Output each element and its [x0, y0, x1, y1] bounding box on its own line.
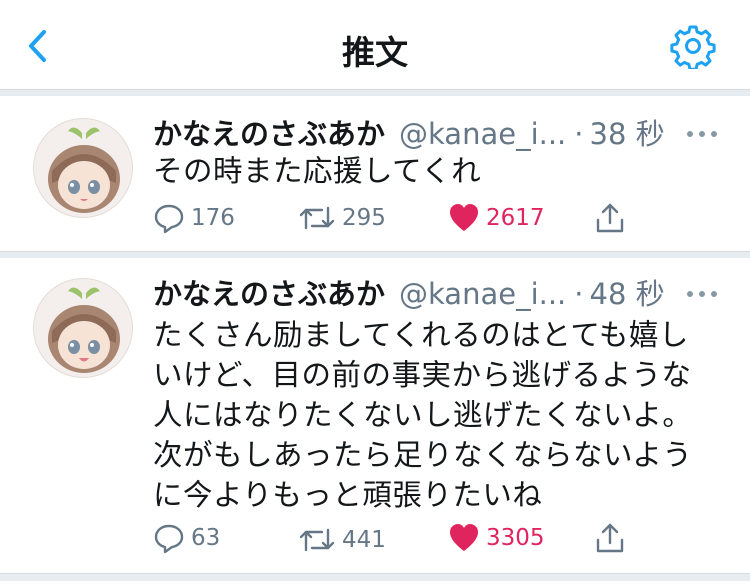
tweet-text: その時また応援してくれ — [153, 154, 482, 188]
share-icon — [596, 203, 624, 233]
page-title: 推文 — [342, 33, 408, 72]
display-name[interactable]: かなえのさぶあか — [153, 117, 385, 151]
like-count: 2617 — [486, 205, 545, 231]
user-handle[interactable]: @kanae_i... — [399, 277, 566, 311]
settings-button[interactable] — [670, 23, 716, 71]
display-name[interactable]: かなえのさぶあか — [153, 277, 385, 311]
reply-icon — [154, 524, 184, 554]
like-count: 3305 — [486, 525, 545, 551]
more-options-icon[interactable] — [686, 128, 718, 140]
reply-button[interactable]: 176 — [153, 200, 235, 236]
avatar-image — [48, 287, 120, 373]
like-button[interactable]: 3305 — [448, 520, 545, 556]
retweet-count: 295 — [342, 205, 386, 231]
avatar[interactable] — [33, 118, 133, 218]
share-button[interactable] — [595, 520, 625, 556]
tweet-card[interactable]: かなえのさぶあか @kanae_i... · 48 秒 たくさん励ましてくれるのはとて… — [0, 258, 750, 573]
retweet-button[interactable]: 295 — [298, 200, 386, 236]
gear-icon — [670, 25, 716, 71]
tweet-card[interactable]: かなえのさぶあか @kanae_i... · 38 秒 その時また応援してくれ 176… — [0, 96, 750, 252]
reply-count: 176 — [191, 205, 235, 231]
more-options-icon[interactable] — [686, 288, 718, 300]
avatar-image — [48, 127, 120, 213]
reply-icon — [154, 204, 184, 234]
retweet-icon — [299, 206, 335, 230]
navigation-header: 推文 — [0, 0, 750, 90]
tweet-header: かなえのさぶあか @kanae_i... · 38 秒 — [153, 114, 665, 154]
separator-dot: · — [574, 277, 584, 311]
bottom-divider — [0, 573, 750, 581]
like-button[interactable]: 2617 — [448, 200, 545, 236]
retweet-button[interactable]: 441 — [298, 522, 386, 558]
reply-button[interactable]: 63 — [153, 520, 220, 556]
timestamp: 48 秒 — [589, 277, 665, 311]
tweet-header: かなえのさぶあか @kanae_i... · 48 秒 — [153, 274, 665, 314]
avatar[interactable] — [33, 278, 133, 378]
heart-icon — [450, 524, 478, 551]
share-icon — [596, 523, 624, 553]
timestamp: 38 秒 — [589, 117, 665, 151]
tweet-text: たくさん励ましてくれるのはとても嬉し いけど、目の前の事実から逃げるような 人に… — [153, 318, 693, 512]
separator-dot: · — [574, 117, 584, 151]
share-button[interactable] — [595, 200, 625, 236]
retweet-count: 441 — [342, 527, 386, 553]
retweet-icon — [299, 528, 335, 552]
reply-count: 63 — [191, 525, 221, 551]
heart-icon — [450, 204, 478, 231]
user-handle[interactable]: @kanae_i... — [399, 117, 566, 151]
